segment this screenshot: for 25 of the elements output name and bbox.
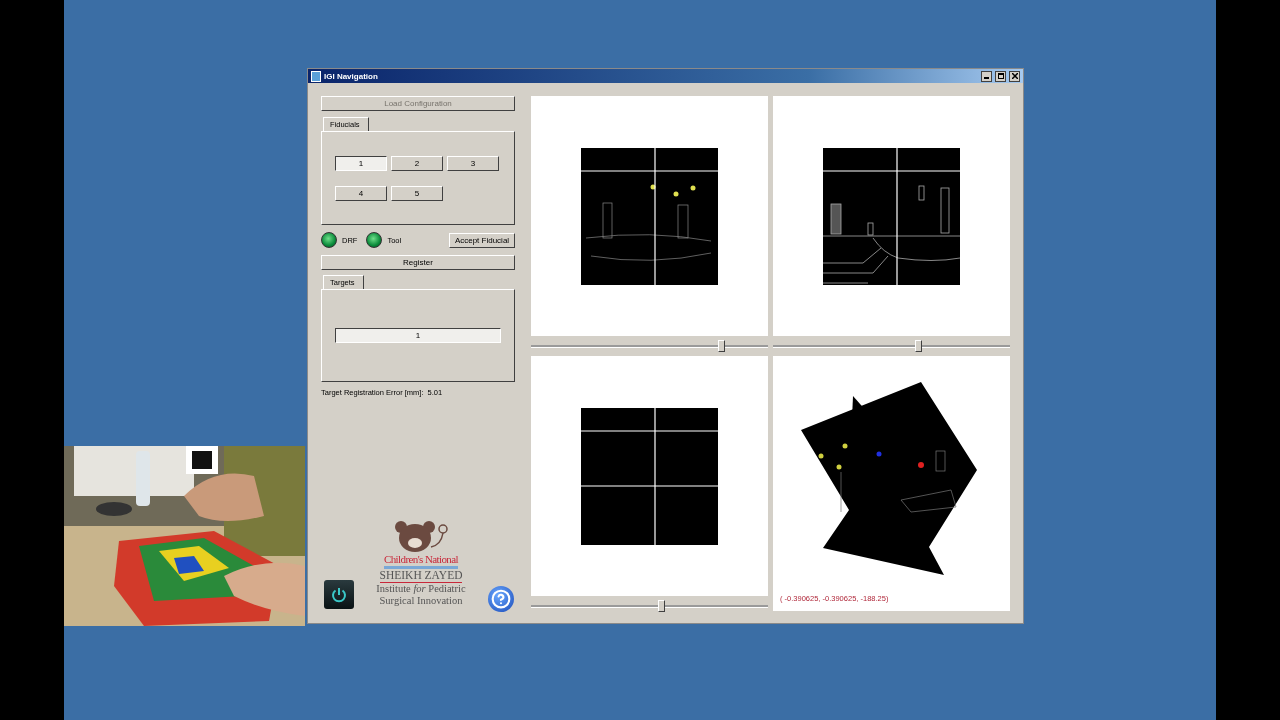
fiducial-button[interactable]: 4	[335, 186, 387, 201]
logo-text: Surgical Innovation	[379, 594, 463, 607]
logo-text: SHEIKH ZAYED	[379, 568, 463, 583]
logo-text: Children's National	[384, 552, 458, 569]
slider-thumb[interactable]	[914, 340, 922, 352]
target-button[interactable]: 1	[335, 328, 501, 343]
logo-text: Institute for Pediatric	[376, 582, 466, 595]
slider-thumb[interactable]	[717, 340, 725, 352]
power-button[interactable]	[324, 580, 354, 609]
maximize-button[interactable]	[995, 70, 1006, 82]
close-button[interactable]	[1009, 70, 1020, 82]
fiducial-button[interactable]: 1	[335, 156, 387, 171]
help-button[interactable]	[488, 586, 514, 612]
minimize-button[interactable]	[981, 70, 992, 82]
close-icon	[1011, 73, 1018, 79]
app-icon	[311, 70, 321, 82]
register-button[interactable]: Register	[321, 255, 515, 270]
maximize-icon	[997, 73, 1004, 79]
window-title: IGI Navigation	[324, 71, 379, 81]
slider-thumb[interactable]	[658, 600, 666, 612]
fiducial-button[interactable]: 2	[391, 156, 443, 171]
fiducial-button[interactable]: 3	[447, 156, 499, 171]
fiducial-button[interactable]: 5	[391, 186, 443, 201]
accept-fiducial-button[interactable]: Accept Fiducial	[449, 232, 515, 248]
power-icon	[330, 585, 348, 604]
